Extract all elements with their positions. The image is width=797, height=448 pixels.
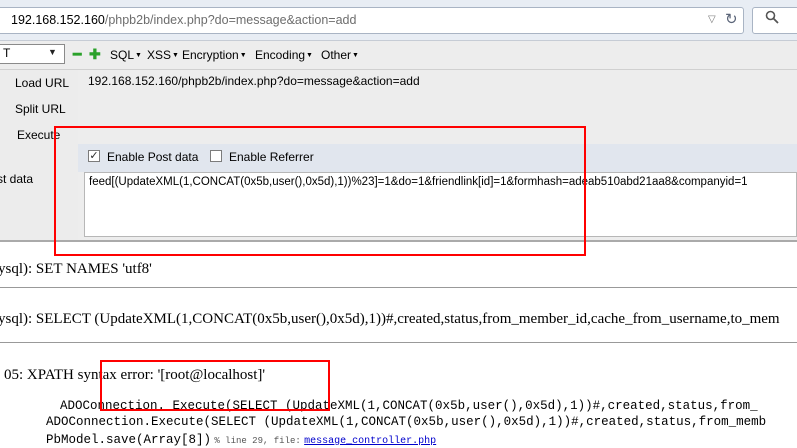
hackbar-select-value: T <box>3 46 11 60</box>
load-url-button[interactable]: Load URL <box>15 76 69 90</box>
menu-label: Other <box>321 48 352 62</box>
menu-label: SQL <box>110 48 135 62</box>
url-text: 192.168.152.160/phpb2b/index.php?do=mess… <box>11 8 356 33</box>
minus-icon[interactable]: ━ <box>73 46 81 62</box>
divider <box>0 342 797 343</box>
stack-trace-line-3: PbModel.save(Array[8]) % line 29, file: … <box>46 432 436 447</box>
stack-trace-line-2: ADOConnection.Execute(SELECT (UpdateXML(… <box>46 415 767 429</box>
hackbar-toolbar: T ▼ ━ ✚ SQL▼ XSS▼ Encryption▼ Encoding▼ … <box>0 41 797 70</box>
url-path: /phpb2b/index.php?do=message&action=add <box>104 13 357 27</box>
menu-sql[interactable]: SQL▼ <box>110 48 142 62</box>
post-data-label: st data <box>0 172 34 186</box>
stack-trace-file-link[interactable]: message_controller.php <box>304 436 436 447</box>
address-bar: 192.168.152.160/phpb2b/index.php?do=mess… <box>0 0 797 41</box>
search-icon[interactable] <box>765 10 779 29</box>
caret-icon: ▼ <box>172 52 179 59</box>
search-box[interactable] <box>752 7 797 34</box>
menu-encryption[interactable]: Encryption▼ <box>182 48 247 62</box>
url-host: 192.168.152.160 <box>11 13 105 27</box>
caret-icon: ▼ <box>239 52 247 59</box>
hackbar-select[interactable]: T ▼ <box>0 44 65 64</box>
sql-log-line-1: ysql): SET NAMES 'utf8' <box>0 261 152 277</box>
stack-trace-info: % line 29, file: <box>214 436 301 446</box>
caret-icon: ▼ <box>352 52 359 59</box>
caret-icon: ▼ <box>306 52 313 59</box>
url-history-dropdown-icon[interactable]: ▽ <box>708 14 716 25</box>
menu-label: Encoding <box>255 48 306 62</box>
reload-icon[interactable]: ↻ <box>725 10 738 28</box>
menu-other[interactable]: Other▼ <box>321 48 359 62</box>
menu-xss[interactable]: XSS▼ <box>147 48 179 62</box>
split-url-button[interactable]: Split URL <box>15 102 66 116</box>
highlight-box-post-data <box>54 126 586 256</box>
chevron-down-icon: ▼ <box>48 47 57 57</box>
hackbar-url-input[interactable]: 192.168.152.160/phpb2b/index.php?do=mess… <box>88 74 420 88</box>
highlight-box-error <box>100 360 330 411</box>
menu-label: Encryption <box>182 48 239 62</box>
menu-encoding[interactable]: Encoding▼ <box>255 48 313 62</box>
menu-label: XSS <box>147 48 172 62</box>
stack-trace-call: PbModel.save(Array[8]) <box>46 433 212 447</box>
sql-log-line-2: ysql): SELECT (UpdateXML(1,CONCAT(0x5b,u… <box>0 311 780 327</box>
url-field[interactable]: 192.168.152.160/phpb2b/index.php?do=mess… <box>0 7 744 34</box>
plus-icon[interactable]: ✚ <box>89 46 101 62</box>
caret-icon: ▼ <box>135 52 142 59</box>
divider <box>0 287 797 288</box>
